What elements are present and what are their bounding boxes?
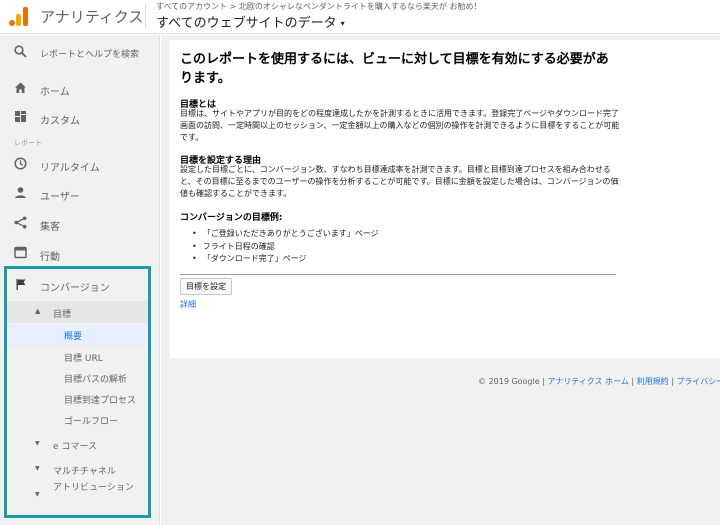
section-label-reports: レポート	[14, 139, 42, 147]
caret-down-icon: ▲	[35, 307, 41, 315]
sidebar-item-behavior[interactable]: 行動	[0, 240, 160, 268]
sidebar-item-label: 集客	[40, 222, 60, 233]
app-title: アナリティクス	[40, 8, 144, 26]
set-goal-button[interactable]: 目標を設定	[180, 278, 232, 295]
caret-right-icon: ▼	[35, 465, 40, 472]
sidebar-subitem-label: 目標パスの解析	[64, 375, 128, 385]
sidebar-item-label: ユーザー	[40, 192, 80, 203]
sidebar-group-multichannel[interactable]: ▼ マルチチャネル	[7, 458, 148, 480]
sidebar-item-label: マルチチャネル	[53, 467, 116, 477]
sidebar-search[interactable]: レポートとヘルプを検索	[0, 39, 160, 67]
caret-right-icon: ▼	[35, 440, 40, 447]
what-text: 目標は、サイトやアプリが目的をどの程度達成したかを計測するときに活用できます。登…	[180, 109, 620, 142]
sidebar-item-conversion[interactable]: コンバージョン	[7, 271, 148, 299]
details-link[interactable]: 詳細	[180, 299, 196, 310]
analytics-home-link[interactable]: アナリティクス ホーム	[547, 377, 628, 386]
why-text: 設定した目標ごとに、コンバージョン数、すなわち目標達成率を計測できます。目標と目…	[180, 165, 619, 198]
sidebar-subitem-reverse-goal-path[interactable]: 目標パスの解析	[7, 367, 148, 388]
sidebar-item-label: 目標	[53, 310, 72, 320]
terms-link[interactable]: 利用規約	[637, 377, 669, 386]
sidebar-subitem-goal-url[interactable]: 目標 URL	[7, 346, 148, 367]
header-divider	[145, 4, 146, 28]
copyright-text: © 2019 Google	[478, 377, 540, 386]
clock-icon	[12, 157, 28, 173]
sidebar-item-acquisition[interactable]: 集客	[0, 210, 160, 238]
sidebar-item-label: 行動	[40, 252, 60, 263]
sidebar-item-custom[interactable]: カスタム	[0, 104, 160, 132]
privacy-link[interactable]: プライバシー	[676, 377, 720, 386]
sidebar-item-label: コンバージョン	[40, 283, 110, 294]
footer: © 2019 Google | アナリティクス ホーム | 利用規約 | プライ…	[478, 376, 720, 387]
analytics-logo-icon[interactable]	[9, 6, 29, 26]
sidebar-subitem-funnel[interactable]: 目標到達プロセス	[7, 388, 148, 409]
conversion-highlight-box: コンバージョン ▲ 目標 概要 目標 URL 目標パスの解析 目標到達プロセス …	[4, 266, 151, 518]
top-header: アナリティクス すべてのアカウント > 北欧のオシャレなペンダントライトを購入す…	[0, 0, 720, 34]
sidebar-subitem-label: 目標 URL	[64, 354, 103, 364]
sidebar-group-ecommerce[interactable]: ▼ e コマース	[7, 433, 148, 455]
sidebar-group-attribution[interactable]: ▼ アトリビューション	[7, 482, 148, 504]
divider	[180, 274, 616, 275]
sidebar-item-home[interactable]: ホーム	[0, 75, 160, 103]
view-name: すべてのウェブサイトのデータ	[156, 16, 337, 31]
account-breadcrumb[interactable]: すべてのアカウント > 北欧のオシャレなペンダントライトを購入するなら楽天が お…	[156, 1, 481, 12]
sidebar-item-label: リアルタイム	[40, 163, 100, 174]
person-icon	[12, 186, 28, 202]
flag-icon	[15, 278, 27, 293]
behavior-icon	[12, 246, 28, 262]
sidebar-item-realtime[interactable]: リアルタイム	[0, 151, 160, 179]
report-message-title: このレポートを使用するには、ビューに対して目標を有効にする必要があります。	[180, 52, 609, 86]
separator: |	[628, 377, 637, 386]
sidebar-item-label: カスタム	[40, 116, 80, 127]
sidebar-item-label: ホーム	[40, 87, 70, 98]
sidebar: レポートとヘルプを検索 ホーム カスタム レポート リアルタイム ユーザー 集客	[0, 35, 160, 525]
sidebar-subitem-goal-flow[interactable]: ゴールフロー	[7, 409, 148, 430]
caret-right-icon: ▼	[35, 491, 40, 498]
sidebar-subitem-label: ゴールフロー	[64, 417, 119, 427]
sidebar-subitem-overview[interactable]: 概要	[7, 324, 148, 345]
report-card: このレポートを使用するには、ビューに対して目標を有効にする必要があります。 目標…	[170, 40, 720, 358]
home-icon	[12, 81, 28, 97]
view-selector[interactable]: すべてのウェブサイトのデータ ▾	[156, 12, 345, 31]
sidebar-item-audience[interactable]: ユーザー	[0, 180, 160, 208]
sidebar-item-label: e コマース	[53, 442, 97, 452]
examples-list: 「ご登録いただきありがとうございます」ページ フライト日程の確認 「ダウンロード…	[192, 228, 379, 266]
acquisition-icon	[12, 216, 28, 232]
chevron-down-icon: ▾	[340, 19, 345, 28]
sidebar-item-label: アトリビューション	[53, 483, 134, 493]
sidebar-subitem-label: 概要	[64, 332, 83, 342]
list-item: 「ご登録いただきありがとうございます」ページ	[192, 228, 379, 241]
search-label: レポートとヘルプを検索	[40, 50, 140, 60]
list-item: フライト日程の確認	[192, 241, 379, 254]
list-item: 「ダウンロード完了」ページ	[192, 253, 379, 266]
examples-heading: コンバージョンの目標例:	[180, 213, 283, 223]
dashboard-icon	[12, 110, 28, 126]
sidebar-subitem-label: 目標到達プロセス	[64, 396, 137, 406]
search-icon	[12, 45, 28, 61]
sidebar-group-goals[interactable]: ▲ 目標	[7, 301, 148, 323]
